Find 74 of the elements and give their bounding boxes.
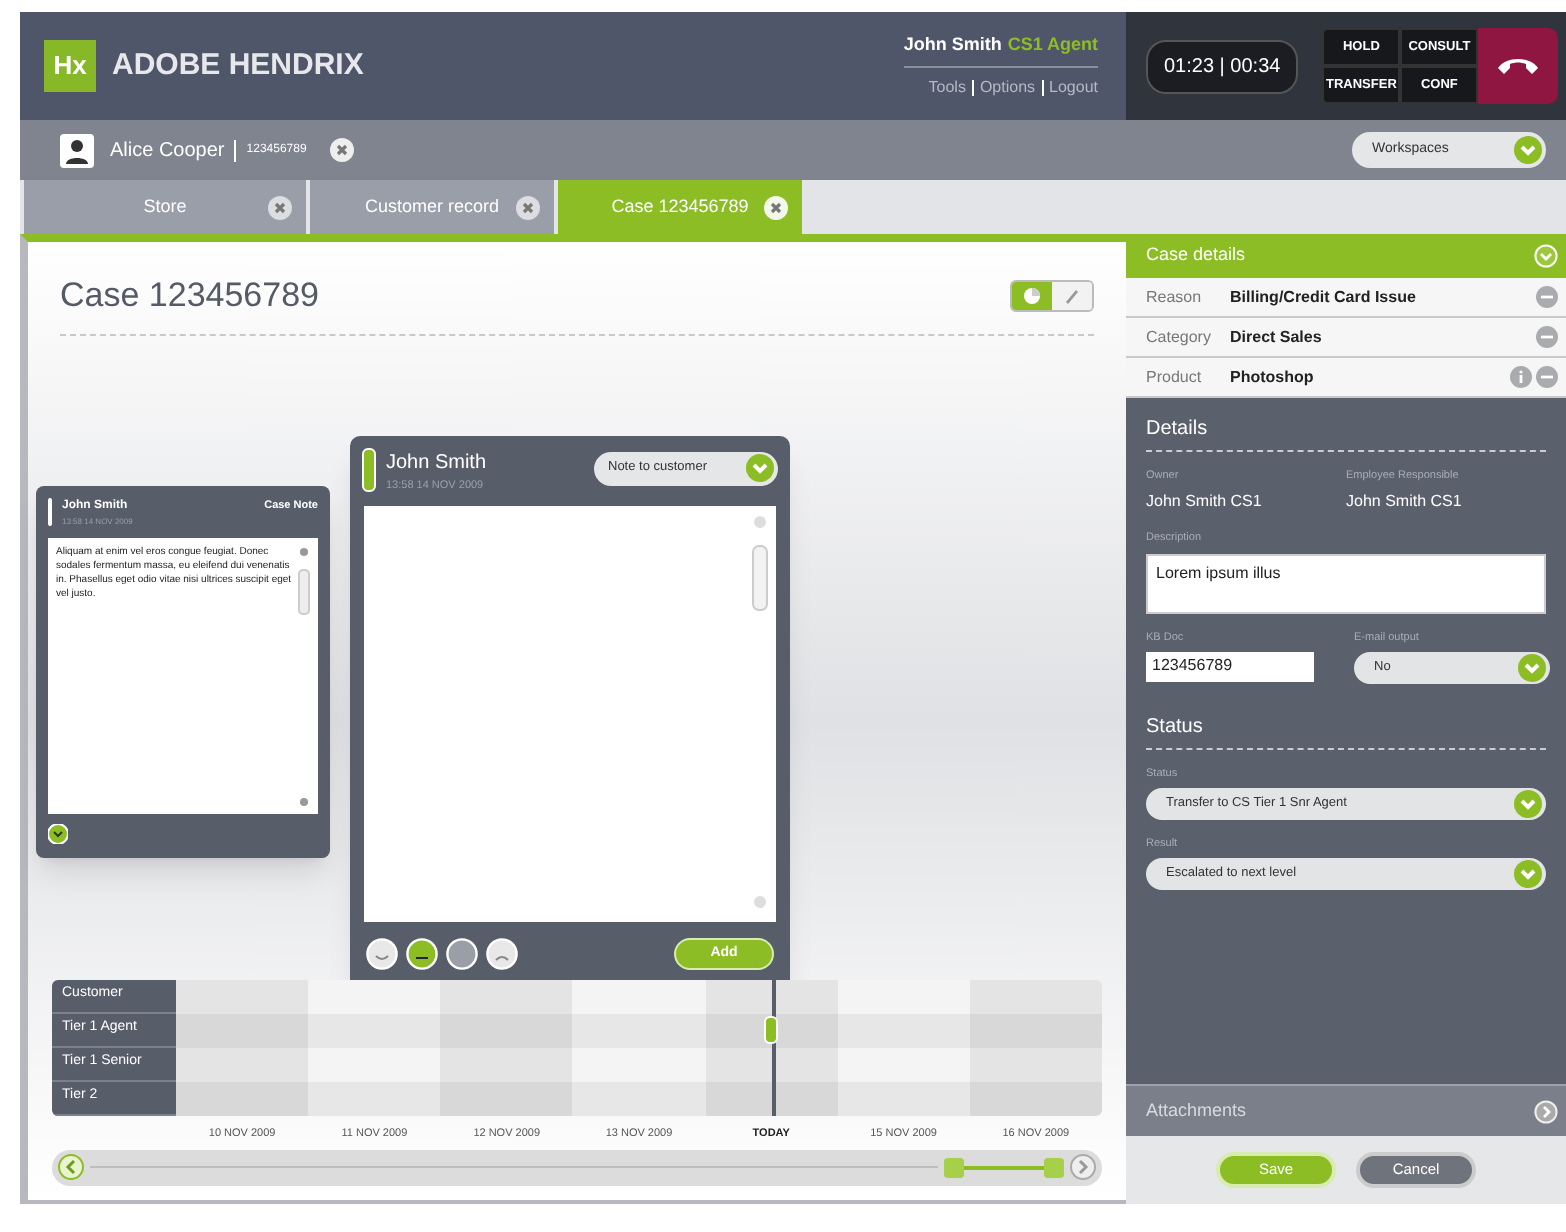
- case-title: Case 123456789: [60, 274, 320, 318]
- chevron-down-icon: [1514, 790, 1542, 818]
- view-toggle[interactable]: [1052, 281, 1092, 310]
- timeline-cell: [837, 1013, 970, 1047]
- status-indicator: [362, 447, 376, 491]
- mood-neutral-icon[interactable]: [406, 937, 438, 970]
- field-value: Photoshop: [1230, 365, 1314, 389]
- timeline-cell: [176, 1013, 309, 1047]
- expand-icon[interactable]: [48, 823, 68, 843]
- scrollbar-icon: [752, 513, 768, 910]
- note-author: John Smith: [386, 449, 487, 477]
- field-value: John Smith CS1: [1146, 490, 1264, 515]
- header-link[interactable]: Tools: [928, 75, 966, 100]
- timeline-cell: [572, 1013, 706, 1047]
- section-title: Attachments: [1146, 1097, 1247, 1124]
- scroll-left-icon[interactable]: [58, 1154, 84, 1181]
- call-timer: 01:23 | 00:34: [1146, 39, 1299, 93]
- field-value: Billing/Credit Card Issue: [1230, 285, 1416, 309]
- section-title: Details: [1146, 414, 1546, 452]
- field-value: John Smith CS1: [1346, 490, 1464, 515]
- timeline-cell: [440, 1013, 573, 1047]
- header-link[interactable]: Options: [979, 75, 1036, 100]
- chevron-down-icon: [1518, 653, 1546, 682]
- chevron-right-icon[interactable]: [1534, 1099, 1558, 1123]
- mood-blank-icon[interactable]: [446, 937, 478, 970]
- field-label: Reason: [1146, 285, 1204, 309]
- person-icon: [60, 133, 94, 167]
- timeline-cell: [705, 1081, 838, 1115]
- chevron-down-icon: [1514, 136, 1542, 164]
- scrollbar-icon: [298, 545, 310, 809]
- mood-happy-icon[interactable]: [366, 937, 398, 970]
- timeline-cell: [969, 1081, 1102, 1115]
- field-value: Direct Sales: [1230, 325, 1322, 349]
- timeline-cell: [308, 1081, 441, 1115]
- logo: Hx: [44, 40, 96, 92]
- section-title: Case details: [1146, 242, 1246, 269]
- kb-doc-field[interactable]: 123456789: [1146, 651, 1314, 682]
- field-label: Product: [1146, 365, 1204, 389]
- close-icon[interactable]: [764, 196, 788, 220]
- chart-icon: [1020, 283, 1044, 308]
- close-icon[interactable]: [330, 138, 355, 162]
- timeline-event[interactable]: [764, 1016, 779, 1044]
- timeline-cell: [176, 1081, 309, 1115]
- range-handle-icon[interactable]: [944, 1157, 1064, 1178]
- phone-icon: [1496, 54, 1541, 78]
- collapse-icon[interactable]: [1534, 244, 1558, 268]
- remove-icon[interactable]: [1536, 286, 1558, 308]
- info-icon[interactable]: [1510, 366, 1532, 388]
- timeline-cell: [308, 1013, 441, 1047]
- chevron-down-icon: [1514, 860, 1542, 889]
- timeline-cell: [969, 1013, 1102, 1047]
- section-title: Status: [1146, 711, 1546, 750]
- close-icon[interactable]: [268, 196, 292, 220]
- description-field[interactable]: Lorem ipsum illus: [1146, 553, 1546, 613]
- customer-name: Alice Cooper: [110, 137, 225, 165]
- field-label: Category: [1146, 325, 1213, 349]
- remove-icon[interactable]: [1536, 366, 1558, 388]
- chevron-down-icon: [746, 454, 774, 482]
- user-name: John Smith: [903, 32, 1002, 59]
- close-icon[interactable]: [516, 196, 540, 220]
- timeline-cell: [837, 1081, 970, 1115]
- status-indicator: [48, 497, 52, 525]
- header-link[interactable]: Logout: [1049, 75, 1098, 100]
- scroll-right-icon[interactable]: [1070, 1154, 1096, 1181]
- timeline-cell: [440, 1081, 573, 1115]
- hang-up-button[interactable]: [1478, 28, 1559, 104]
- timeline-scrollbar[interactable]: [52, 1149, 1102, 1186]
- app-title: ADOBE HENDRIX: [112, 45, 364, 86]
- view-toggle[interactable]: [1012, 281, 1052, 310]
- timeline-cell: [572, 1081, 706, 1115]
- mood-sad-icon[interactable]: [486, 937, 518, 970]
- note-input-area[interactable]: [364, 505, 776, 922]
- user-role: CS1 Agent: [1007, 32, 1098, 59]
- remove-icon[interactable]: [1536, 326, 1558, 348]
